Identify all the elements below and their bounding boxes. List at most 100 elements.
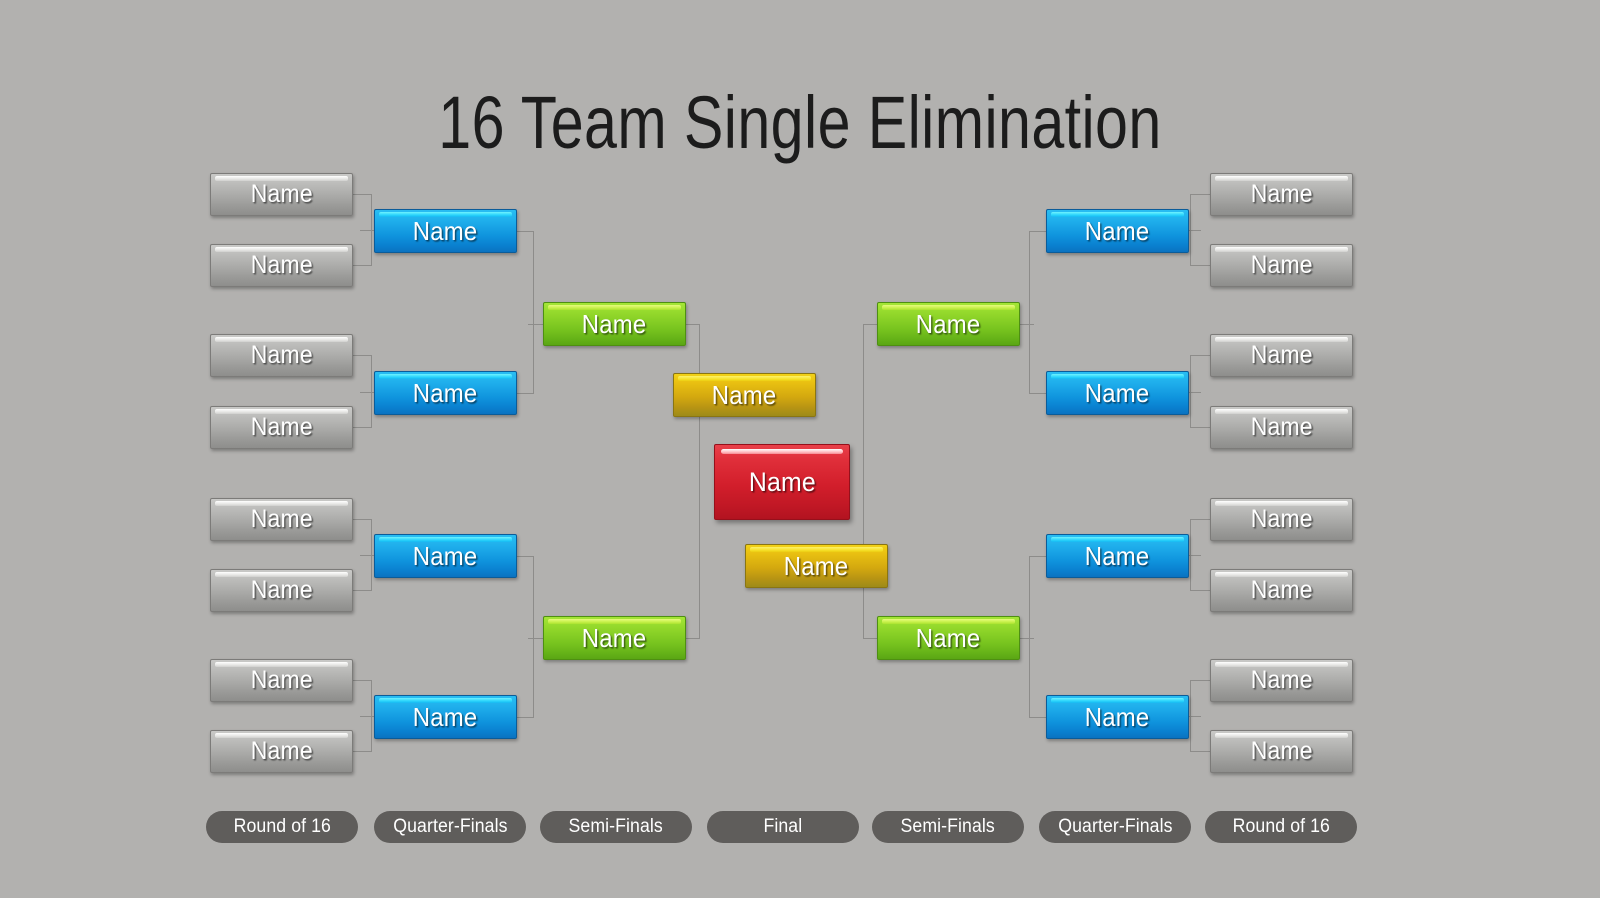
team-slot-r16-4[interactable]: Name <box>1210 406 1353 449</box>
connector-line <box>1190 590 1210 591</box>
connector-line <box>360 230 374 231</box>
team-slot-r16-1[interactable]: Name <box>1210 173 1353 216</box>
team-slot-lqf-2[interactable]: Name <box>374 371 517 415</box>
bevel-highlight <box>721 449 843 454</box>
connector-line <box>1029 393 1047 394</box>
connector-line <box>1020 638 1034 639</box>
connector-line <box>353 355 372 356</box>
connector-line <box>517 393 534 394</box>
connector-line <box>353 519 372 520</box>
team-slot-lsf-1[interactable]: Name <box>543 302 686 346</box>
team-name-label: Name <box>1250 737 1313 765</box>
round-label-semi-finals-left: Semi-Finals <box>540 811 692 843</box>
connector-line <box>353 680 372 681</box>
round-label-text: Semi-Finals <box>568 816 664 837</box>
connector-line <box>1187 716 1201 717</box>
team-name-label: Name <box>413 702 478 732</box>
team-name-label: Name <box>413 378 478 408</box>
connector-line <box>353 427 372 428</box>
round-label-text: Quarter-Finals <box>1057 816 1173 837</box>
team-slot-champion[interactable]: Name <box>714 444 850 520</box>
team-slot-finalist-bottom[interactable]: Name <box>745 544 888 588</box>
team-slot-r16-3[interactable]: Name <box>1210 334 1353 377</box>
team-slot-finalist-top[interactable]: Name <box>673 373 816 417</box>
connector-line <box>360 555 374 556</box>
team-name-label: Name <box>250 576 313 604</box>
team-slot-r16-7[interactable]: Name <box>1210 659 1353 702</box>
round-label-text: Semi-Finals <box>900 816 996 837</box>
team-name-label: Name <box>916 623 981 653</box>
team-slot-rsf-1[interactable]: Name <box>877 302 1020 346</box>
round-label-text: Round of 16 <box>1232 816 1330 837</box>
team-slot-l16-7[interactable]: Name <box>210 659 353 702</box>
connector-line <box>1190 751 1210 752</box>
team-name-label: Name <box>1250 341 1313 369</box>
team-slot-l16-3[interactable]: Name <box>210 334 353 377</box>
connector-line <box>1029 556 1030 718</box>
connector-line <box>533 231 534 394</box>
team-slot-l16-6[interactable]: Name <box>210 569 353 612</box>
team-slot-lqf-4[interactable]: Name <box>374 695 517 739</box>
team-slot-l16-8[interactable]: Name <box>210 730 353 773</box>
connector-line <box>1187 230 1201 231</box>
team-name-label: Name <box>250 505 313 533</box>
team-name-label: Name <box>1085 702 1150 732</box>
connector-line <box>353 751 372 752</box>
team-name-label: Name <box>1250 413 1313 441</box>
connector-line <box>863 638 877 639</box>
connector-line <box>1190 519 1210 520</box>
team-slot-l16-4[interactable]: Name <box>210 406 353 449</box>
team-name-label: Name <box>1250 505 1313 533</box>
team-slot-lqf-1[interactable]: Name <box>374 209 517 253</box>
connector-line <box>360 392 374 393</box>
team-name-label: Name <box>1085 216 1150 246</box>
team-slot-r16-6[interactable]: Name <box>1210 569 1353 612</box>
team-slot-r16-2[interactable]: Name <box>1210 244 1353 287</box>
round-label-round-of-16-left: Round of 16 <box>206 811 358 843</box>
connector-line <box>1029 231 1047 232</box>
team-name-label: Name <box>250 341 313 369</box>
connector-line <box>1029 231 1030 394</box>
round-label-final: Final <box>707 811 859 843</box>
team-name-label: Name <box>1085 378 1150 408</box>
team-slot-rsf-2[interactable]: Name <box>877 616 1020 660</box>
team-slot-l16-5[interactable]: Name <box>210 498 353 541</box>
connector-line <box>533 556 534 718</box>
team-slot-lqf-3[interactable]: Name <box>374 534 517 578</box>
team-slot-r16-5[interactable]: Name <box>1210 498 1353 541</box>
team-slot-rqf-3[interactable]: Name <box>1046 534 1189 578</box>
connector-line <box>1190 427 1210 428</box>
team-slot-rqf-4[interactable]: Name <box>1046 695 1189 739</box>
connector-line <box>863 324 864 639</box>
team-name-label: Name <box>250 413 313 441</box>
round-label-quarter-finals-left: Quarter-Finals <box>374 811 526 843</box>
team-name-label: Name <box>582 623 647 653</box>
round-label-text: Final <box>763 816 803 837</box>
connector-line <box>517 556 534 557</box>
team-name-label: Name <box>413 216 478 246</box>
connector-line <box>353 265 372 266</box>
connector-line <box>1029 556 1047 557</box>
team-name-label: Name <box>1250 576 1313 604</box>
connector-line <box>1190 265 1210 266</box>
connector-line <box>699 324 700 639</box>
team-slot-rqf-1[interactable]: Name <box>1046 209 1189 253</box>
team-name-label: Name <box>748 466 816 497</box>
connector-line <box>1020 324 1034 325</box>
team-slot-rqf-2[interactable]: Name <box>1046 371 1189 415</box>
connector-line <box>1190 355 1210 356</box>
team-name-label: Name <box>1250 666 1313 694</box>
round-label-text: Quarter-Finals <box>392 816 508 837</box>
connector-line <box>517 717 534 718</box>
connector-line <box>1190 194 1210 195</box>
team-slot-lsf-2[interactable]: Name <box>543 616 686 660</box>
connector-line <box>517 231 534 232</box>
connector-line <box>686 324 700 325</box>
team-slot-r16-8[interactable]: Name <box>1210 730 1353 773</box>
team-slot-l16-1[interactable]: Name <box>210 173 353 216</box>
connector-line <box>863 324 877 325</box>
team-slot-l16-2[interactable]: Name <box>210 244 353 287</box>
team-name-label: Name <box>916 309 981 339</box>
connector-line <box>1029 717 1047 718</box>
team-name-label: Name <box>250 737 313 765</box>
